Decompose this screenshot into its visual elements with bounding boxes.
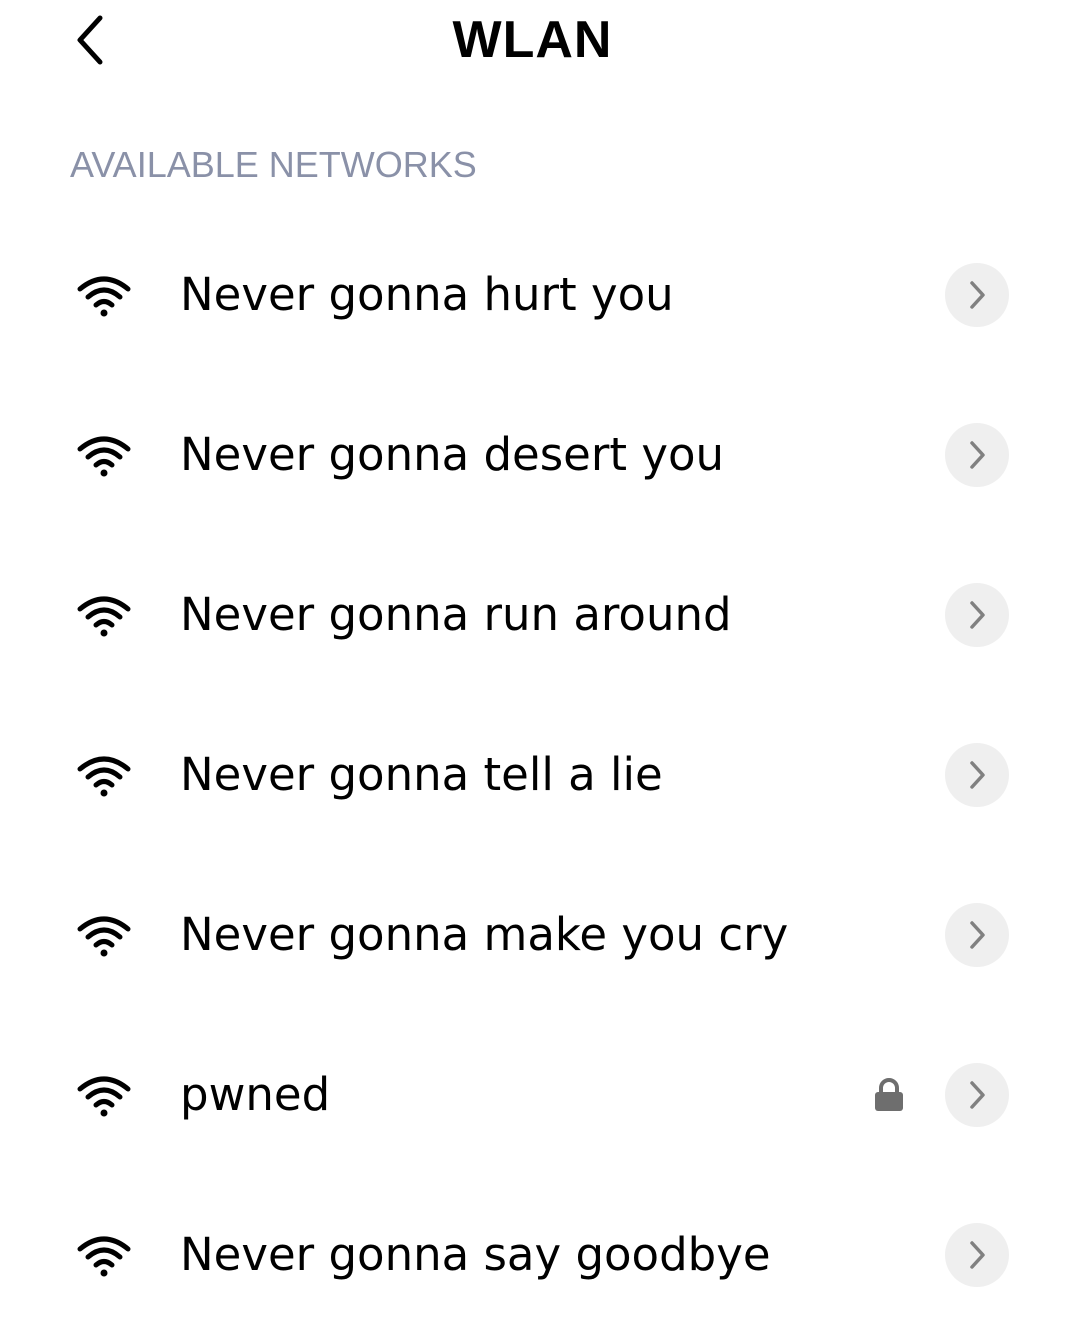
network-row[interactable]: Never gonna desert you [0, 375, 1065, 535]
chevron-right-icon [970, 441, 985, 469]
network-name: Never gonna make you cry [180, 908, 789, 961]
network-row[interactable]: Never gonna hurt you [0, 215, 1065, 375]
chevron-right-icon [970, 921, 985, 949]
chevron-right-icon [970, 601, 985, 629]
network-details-button[interactable] [945, 743, 1009, 807]
network-name: pwned [180, 1068, 331, 1121]
section-label: AVAILABLE NETWORKS [70, 144, 477, 185]
network-name: Never gonna tell a lie [180, 748, 663, 801]
network-row[interactable]: pwned [0, 1015, 1065, 1175]
wifi-icon [77, 276, 131, 317]
chevron-right-icon [970, 281, 985, 309]
network-name: Never gonna say goodbye [180, 1228, 771, 1281]
network-row[interactable]: Never gonna say goodbye [0, 1175, 1065, 1335]
network-row[interactable]: Never gonna make you cry [0, 855, 1065, 1015]
wifi-icon [77, 1076, 131, 1117]
page-title: WLAN [452, 11, 613, 69]
network-row[interactable]: Never gonna run around [0, 535, 1065, 695]
header: WLAN [0, 0, 1065, 90]
network-list: Never gonna hurt you Never gonna desert … [0, 215, 1065, 1335]
chevron-right-icon [970, 761, 985, 789]
wifi-icon [77, 916, 131, 957]
wifi-icon [77, 596, 131, 637]
network-name: Never gonna hurt you [180, 268, 674, 321]
network-details-button[interactable] [945, 583, 1009, 647]
chevron-right-icon [970, 1081, 985, 1109]
wifi-icon [77, 436, 131, 477]
network-details-button[interactable] [945, 263, 1009, 327]
wifi-icon [77, 756, 131, 797]
network-details-button[interactable] [945, 423, 1009, 487]
lock-icon [875, 1078, 903, 1111]
network-details-button[interactable] [945, 1063, 1009, 1127]
network-details-button[interactable] [945, 1223, 1009, 1287]
network-name: Never gonna desert you [180, 428, 724, 481]
wifi-icon [77, 1236, 131, 1277]
network-name: Never gonna run around [180, 588, 732, 641]
network-row[interactable]: Never gonna tell a lie [0, 695, 1065, 855]
chevron-right-icon [970, 1241, 985, 1269]
network-details-button[interactable] [945, 903, 1009, 967]
